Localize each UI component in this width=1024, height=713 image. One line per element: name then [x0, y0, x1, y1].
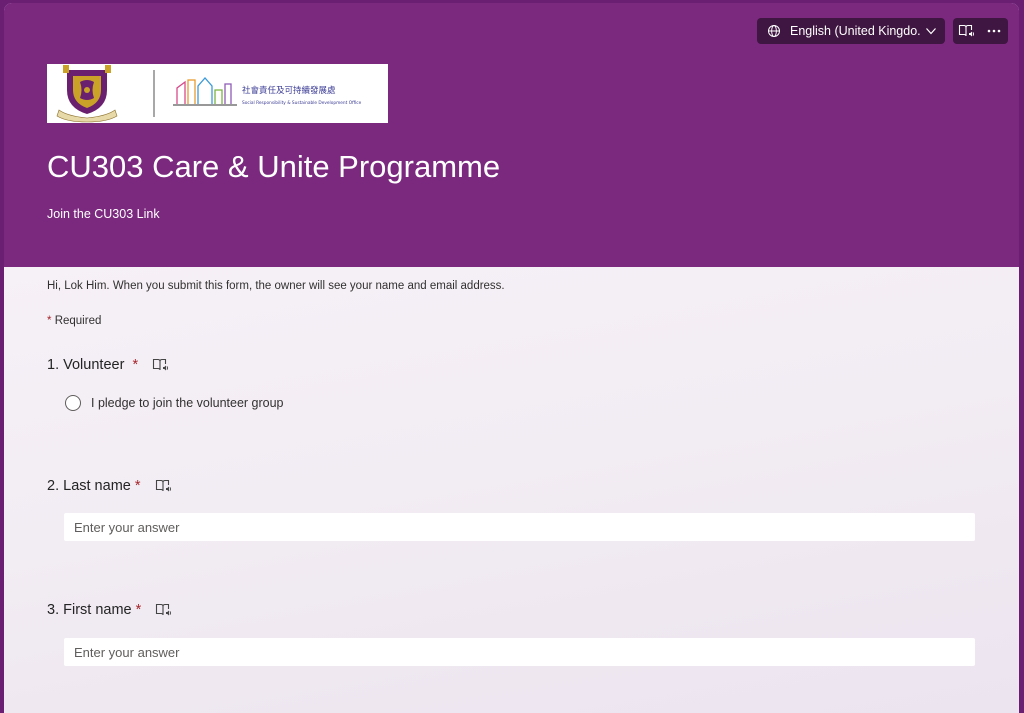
form-header: English (United Kingdo... 社會責任及可持續發展處 So…	[4, 3, 1019, 267]
more-options-icon	[987, 29, 1001, 33]
svg-text:社會責任及可持續發展處: 社會責任及可持續發展處	[242, 85, 336, 96]
option-label: I pledge to join the volunteer group	[91, 396, 284, 410]
globe-icon	[768, 25, 780, 37]
question-first-name: 3. First name *	[47, 602, 172, 618]
last-name-input[interactable]	[64, 513, 975, 541]
chevron-down-icon	[926, 28, 936, 35]
question-number: 2.	[47, 478, 60, 494]
first-name-input[interactable]	[64, 638, 975, 666]
required-label: Required	[54, 315, 102, 327]
immersive-reader-icon[interactable]	[155, 479, 172, 493]
language-label: English (United Kingdo...	[790, 24, 921, 38]
immersive-reader-icon[interactable]	[152, 358, 169, 372]
form-title: CU303 Care & Unite Programme	[47, 149, 501, 184]
skyline-graphic	[173, 77, 237, 106]
question-label: Volunteer	[63, 357, 125, 373]
svg-text:Social Responsibility & Sustai: Social Responsibility & Sustainable Deve…	[242, 100, 362, 106]
office-name: 社會責任及可持續發展處 Social Responsibility & Sust…	[242, 85, 362, 106]
question-volunteer: 1. Volunteer *	[47, 357, 169, 373]
volunteer-pledge-option[interactable]: I pledge to join the volunteer group	[65, 395, 284, 411]
radio-button[interactable]	[65, 395, 81, 411]
immersive-reader-button[interactable]	[955, 19, 979, 43]
immersive-reader-icon[interactable]	[155, 603, 172, 617]
question-label: Last name	[63, 478, 131, 494]
language-selector[interactable]: English (United Kingdo...	[757, 18, 945, 44]
identity-notice: Hi, Lok Him. When you submit this form, …	[47, 280, 505, 292]
immersive-reader-icon	[959, 24, 975, 37]
logo-image: 社會責任及可持續發展處 Social Responsibility & Sust…	[56, 65, 362, 123]
required-star: *	[47, 315, 52, 327]
header-toolbar	[953, 18, 1008, 44]
question-number: 3.	[47, 602, 60, 618]
form-subtitle: Join the CU303 Link	[47, 207, 160, 221]
university-crest	[56, 65, 118, 123]
form-window: English (United Kingdo... 社會責任及可持續發展處 So…	[4, 3, 1019, 713]
required-star: *	[134, 478, 141, 494]
question-last-name: 2. Last name *	[47, 478, 172, 494]
organization-logo: 社會責任及可持續發展處 Social Responsibility & Sust…	[47, 64, 388, 123]
required-star: *	[132, 357, 139, 373]
question-number: 1.	[47, 357, 60, 373]
required-star: *	[135, 602, 142, 618]
more-options-button[interactable]	[982, 19, 1006, 43]
question-label: First name	[63, 602, 132, 618]
required-legend: * Required	[47, 315, 101, 327]
